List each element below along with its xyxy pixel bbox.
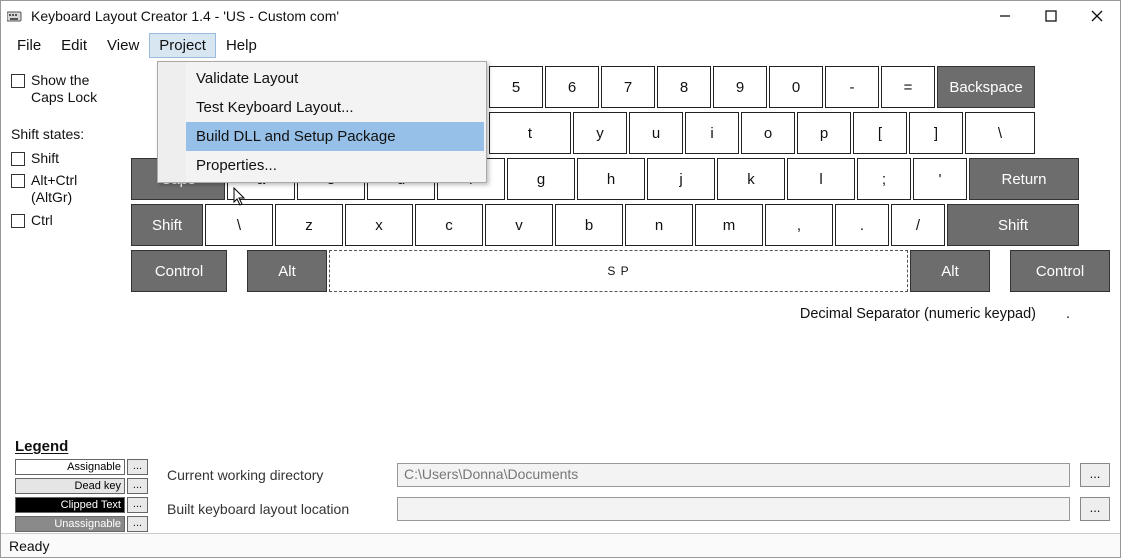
key-c[interactable]: c [415,204,483,246]
legend-assignable-button[interactable]: ... [127,459,148,475]
project-menu-dropdown: Validate Layout Test Keyboard Layout... … [157,61,487,183]
altgr-label: Alt+Ctrl (AltGr) [31,172,119,206]
minimize-button[interactable] [982,1,1028,31]
key-equals[interactable]: = [881,66,935,108]
close-button[interactable] [1074,1,1120,31]
key-o[interactable]: o [741,112,795,154]
key-bracket-l[interactable]: [ [853,112,907,154]
decimal-separator-label: Decimal Separator (numeric keypad) [800,306,1036,322]
outdir-label: Built keyboard layout location [167,501,387,517]
key-quote[interactable]: ' [913,158,967,200]
key-5[interactable]: 5 [489,66,543,108]
show-caps-checkbox[interactable] [11,74,25,88]
shift-checkbox[interactable] [11,152,25,166]
outdir-field[interactable] [397,497,1070,521]
cwd-label: Current working directory [167,467,387,483]
key-comma[interactable]: , [765,204,833,246]
key-6[interactable]: 6 [545,66,599,108]
key-shift-r[interactable]: Shift [947,204,1079,246]
menu-build-dll[interactable]: Build DLL and Setup Package [160,122,484,151]
key-backspace[interactable]: Backspace [937,66,1035,108]
legend-clipped-button[interactable]: ... [127,497,148,513]
key-7[interactable]: 7 [601,66,655,108]
key-9[interactable]: 9 [713,66,767,108]
key-semicolon[interactable]: ; [857,158,911,200]
key-p[interactable]: p [797,112,851,154]
legend-unassignable: Unassignable [15,516,125,532]
key-n[interactable]: n [625,204,693,246]
legend-column: Assignable... Dead key... Clipped Text..… [15,457,155,533]
legend-assignable: Assignable [15,459,125,475]
maximize-button[interactable] [1028,1,1074,31]
key-g[interactable]: g [507,158,575,200]
key-u[interactable]: u [629,112,683,154]
key-l[interactable]: l [787,158,855,200]
legend-deadkey-button[interactable]: ... [127,478,148,494]
key-x[interactable]: x [345,204,413,246]
menubar: File Edit View Project Help [1,31,1120,60]
key-intl-backslash[interactable]: \ [205,204,273,246]
menu-properties[interactable]: Properties... [160,151,484,180]
show-caps-label: Show the Caps Lock [31,72,119,106]
key-b[interactable]: b [555,204,623,246]
legend-deadkey: Dead key [15,478,125,494]
key-k[interactable]: k [717,158,785,200]
menu-test-keyboard[interactable]: Test Keyboard Layout... [160,93,484,122]
status-text: Ready [9,538,49,554]
key-slash[interactable]: / [891,204,945,246]
cwd-browse-button[interactable]: ... [1080,463,1110,487]
shift-label: Shift [31,150,59,167]
altgr-checkbox[interactable] [11,174,25,188]
menu-help[interactable]: Help [216,33,267,58]
key-alt-l[interactable]: Alt [247,250,327,292]
key-return[interactable]: Return [969,158,1079,200]
key-ctrl-r[interactable]: Control [1010,250,1110,292]
key-0[interactable]: 0 [769,66,823,108]
menu-project[interactable]: Project [149,33,216,58]
outdir-browse-button[interactable]: ... [1080,497,1110,521]
titlebar: Keyboard Layout Creator 1.4 - 'US - Cust… [1,1,1120,31]
key-m[interactable]: m [695,204,763,246]
menu-edit[interactable]: Edit [51,33,97,58]
legend-title: Legend [15,438,1110,455]
key-backslash[interactable]: \ [965,112,1035,154]
key-i[interactable]: i [685,112,739,154]
menu-view[interactable]: View [97,33,149,58]
left-options-panel: Show the Caps Lock Shift states: Shift A… [11,66,119,432]
decimal-separator-value: . [1052,306,1070,322]
ctrl-checkbox[interactable] [11,214,25,228]
key-y[interactable]: y [573,112,627,154]
menu-file[interactable]: File [7,33,51,58]
legend-clipped: Clipped Text [15,497,125,513]
key-space[interactable]: S P [329,250,908,292]
key-t[interactable]: t [489,112,571,154]
key-j[interactable]: j [647,158,715,200]
menu-validate-layout[interactable]: Validate Layout [160,64,484,93]
mouse-cursor-icon [233,187,247,210]
ctrl-label: Ctrl [31,212,53,229]
key-alt-r[interactable]: Alt [910,250,990,292]
key-8[interactable]: 8 [657,66,711,108]
key-shift-l[interactable]: Shift [131,204,203,246]
key-v[interactable]: v [485,204,553,246]
cwd-field[interactable]: C:\Users\Donna\Documents [397,463,1070,487]
key-h[interactable]: h [577,158,645,200]
app-icon [7,9,25,23]
window-title: Keyboard Layout Creator 1.4 - 'US - Cust… [31,8,982,24]
legend-unassignable-button[interactable]: ... [127,516,148,532]
key-minus[interactable]: - [825,66,879,108]
key-z[interactable]: z [275,204,343,246]
status-bar: Ready [1,533,1120,557]
shift-states-label: Shift states: [11,126,119,142]
key-period[interactable]: . [835,204,889,246]
key-ctrl-l[interactable]: Control [131,250,227,292]
key-bracket-r[interactable]: ] [909,112,963,154]
